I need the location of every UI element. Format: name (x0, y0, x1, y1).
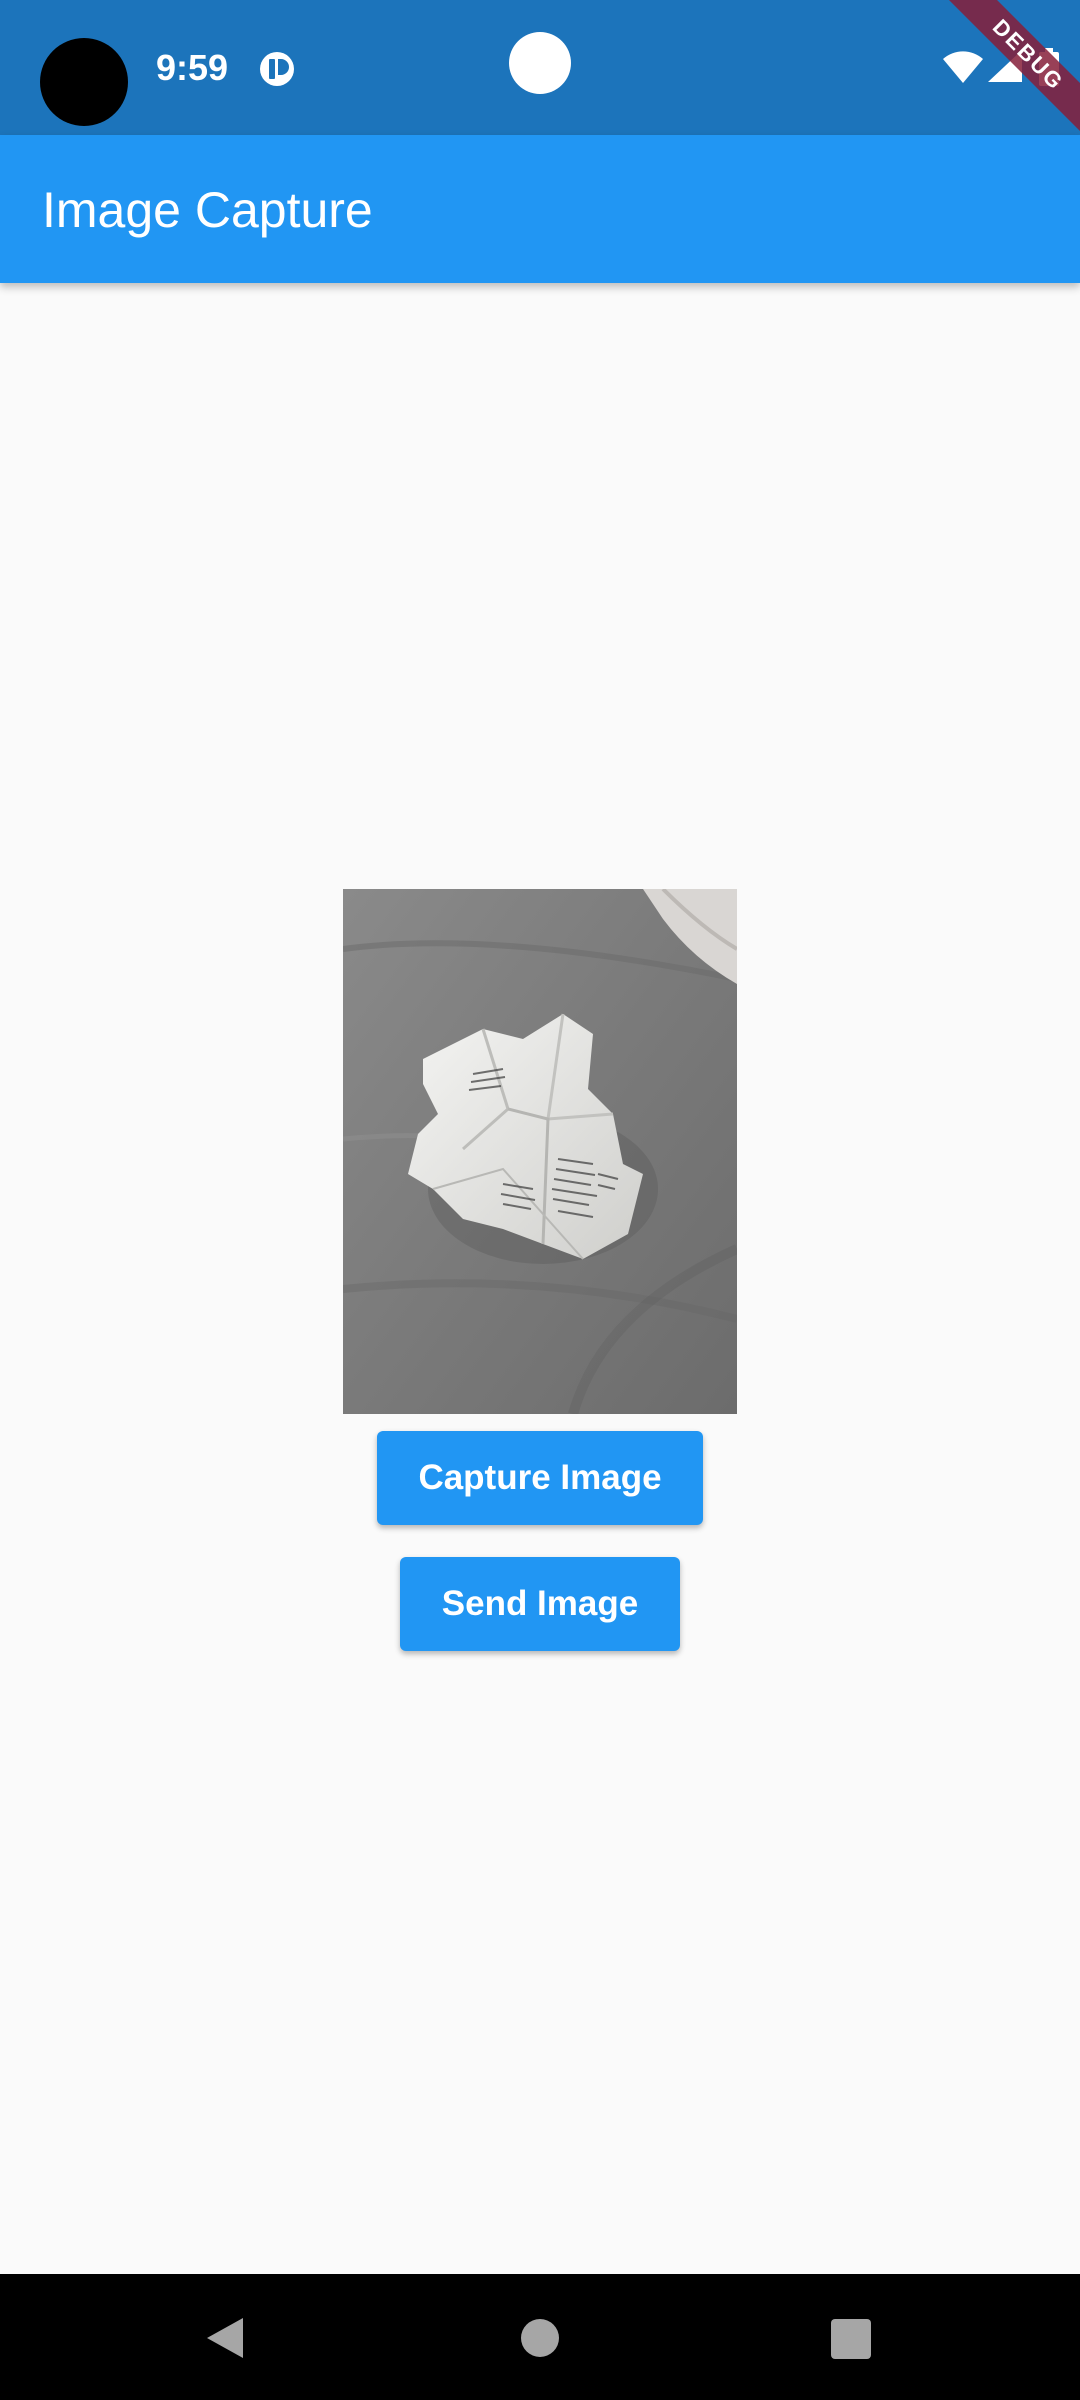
back-icon[interactable] (205, 2316, 245, 2360)
captured-photo-crumpled-paper (343, 889, 737, 1414)
send-image-button[interactable]: Send Image (400, 1557, 680, 1651)
capture-image-button[interactable]: Capture Image (377, 1431, 703, 1525)
recents-icon[interactable] (831, 2319, 871, 2359)
captured-image-preview (343, 889, 737, 1414)
status-time: 9:59 (156, 47, 229, 88)
debug-banner: DEBUG (930, 0, 1080, 150)
screen: 9:59 DEBUG Image Capture Capture Image S… (0, 0, 1080, 2400)
app-bar: Image Capture (0, 135, 1080, 283)
notification-icon (258, 50, 296, 88)
home-icon[interactable] (521, 2319, 559, 2357)
navigation-bar (0, 2274, 1080, 2400)
debug-label: DEBUG (938, 0, 1080, 145)
camera-cutout (40, 38, 128, 126)
status-bar: 9:59 DEBUG (0, 0, 1080, 145)
app-title: Image Capture (42, 182, 373, 238)
status-dot (509, 32, 571, 94)
